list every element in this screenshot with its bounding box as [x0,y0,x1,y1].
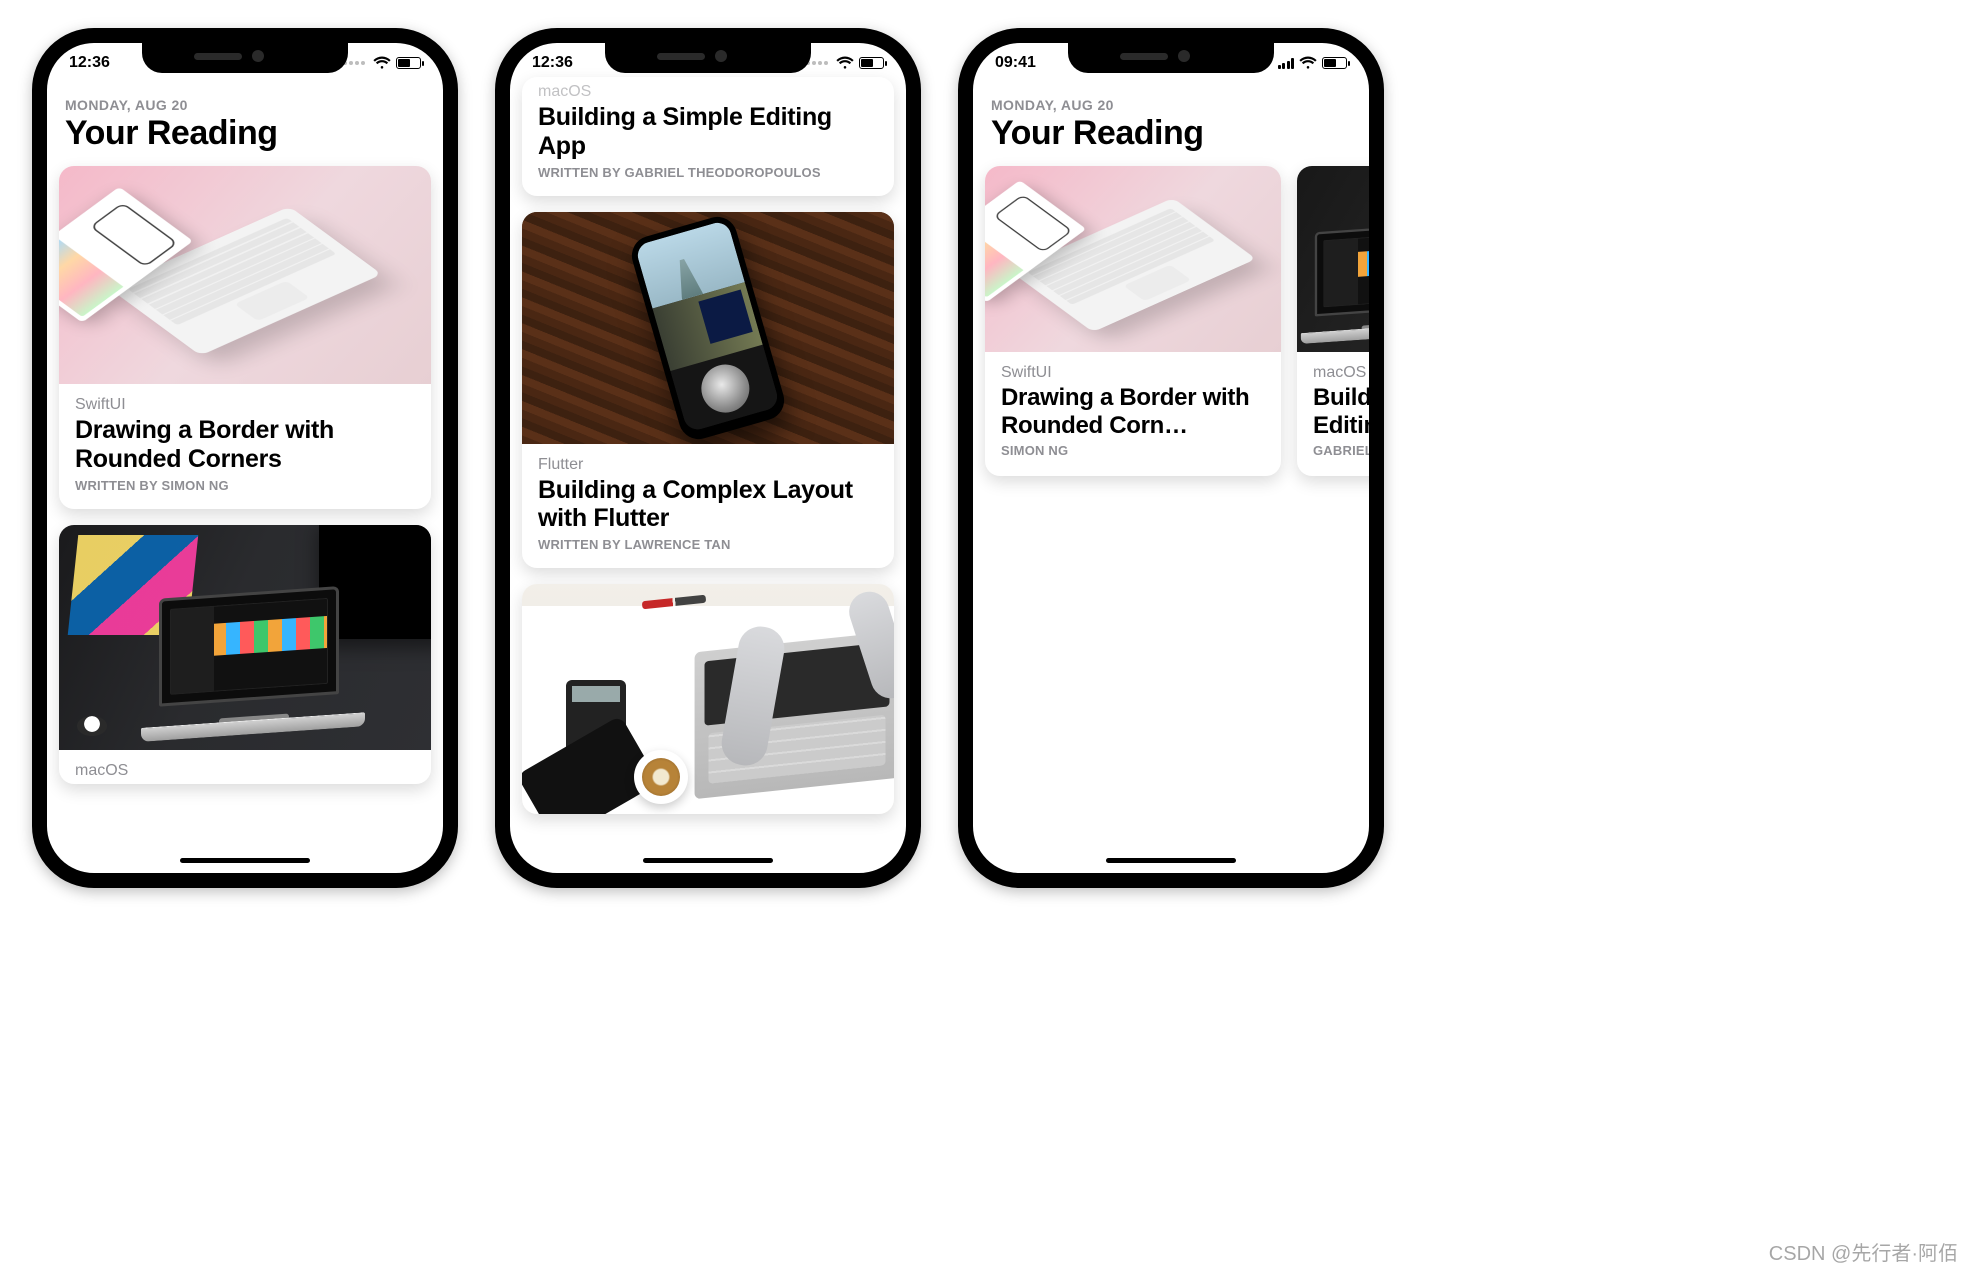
article-card[interactable]: Flutter Building a Complex Layout with F… [522,212,894,569]
card-category: macOS [1313,364,1369,382]
notch [605,41,811,73]
card-author: WRITTEN BY LAWRENCE TAN [538,537,878,552]
screen[interactable]: MONDAY, AUG 20 Your Reading SwiftUI Draw… [973,43,1369,873]
screen[interactable]: macOS Building a Simple Editing App WRIT… [510,43,906,873]
card-title: Drawing a Border with Rounded Corners [75,416,415,474]
battery-icon [859,57,884,69]
card-category: macOS [538,83,878,101]
card-title: Building a Simple Editing App [1313,384,1369,439]
status-right [806,56,884,70]
card-author: SIMON NG [1001,443,1265,458]
notch [1068,41,1274,73]
card-category: Flutter [538,456,878,474]
card-image [59,525,431,750]
card-category: SwiftUI [1001,364,1265,382]
battery-icon [1322,57,1347,69]
card-author: WRITTEN BY SIMON NG [75,478,415,493]
phone-3: 09:41 MONDAY, AUG 20 Your Reading Swi [958,28,1384,888]
status-time: 12:36 [69,54,110,72]
header-title: Your Reading [47,113,443,166]
watermark: CSDN @先行者·阿佰 [1769,1237,1958,1266]
article-card[interactable]: macOS Building a Simple Editing App WRIT… [522,77,894,196]
article-card[interactable]: macOS [59,525,431,784]
article-card[interactable] [522,584,894,814]
status-time: 09:41 [995,54,1036,72]
card-author: GABRIEL THEODOROPOULOS [1313,443,1369,458]
phone-2: 12:36 macOS Building a Simple Editing Ap… [495,28,921,888]
cellular-signal-icon [1278,58,1295,69]
cellular-dots-icon [806,61,828,65]
wifi-icon [1299,56,1317,70]
article-card[interactable]: SwiftUI Drawing a Border with Rounded Co… [985,166,1281,476]
header-title: Your Reading [973,113,1369,166]
header-date: MONDAY, AUG 20 [973,97,1369,113]
status-time: 12:36 [532,54,573,72]
battery-icon [396,57,421,69]
cellular-dots-icon [343,61,365,65]
phone-1: 12:36 MONDAY, AUG 20 Your Reading SwiftU… [32,28,458,888]
header-date: MONDAY, AUG 20 [47,97,443,113]
screen[interactable]: MONDAY, AUG 20 Your Reading SwiftUI Draw… [47,43,443,873]
card-title: Building a Simple Editing App [538,103,878,161]
article-card[interactable]: SwiftUI Drawing a Border with Rounded Co… [59,166,431,509]
wifi-icon [836,56,854,70]
card-image [985,166,1281,352]
card-image [522,212,894,444]
status-right [343,56,421,70]
article-card[interactable]: macOS Building a Simple Editing App GABR… [1297,166,1369,476]
card-author: WRITTEN BY GABRIEL THEODOROPOULOS [538,165,878,180]
wifi-icon [373,56,391,70]
card-image [522,584,894,814]
card-image [1297,166,1369,352]
notch [142,41,348,73]
stage: 12:36 MONDAY, AUG 20 Your Reading SwiftU… [0,0,1976,1268]
card-category: macOS [75,762,415,780]
status-right [1278,56,1348,70]
card-image [59,166,431,384]
horizontal-card-strip[interactable]: SwiftUI Drawing a Border with Rounded Co… [973,166,1369,476]
card-title: Building a Complex Layout with Flutter [538,476,878,534]
card-title: Drawing a Border with Rounded Corn… [1001,384,1265,439]
card-category: SwiftUI [75,396,415,414]
